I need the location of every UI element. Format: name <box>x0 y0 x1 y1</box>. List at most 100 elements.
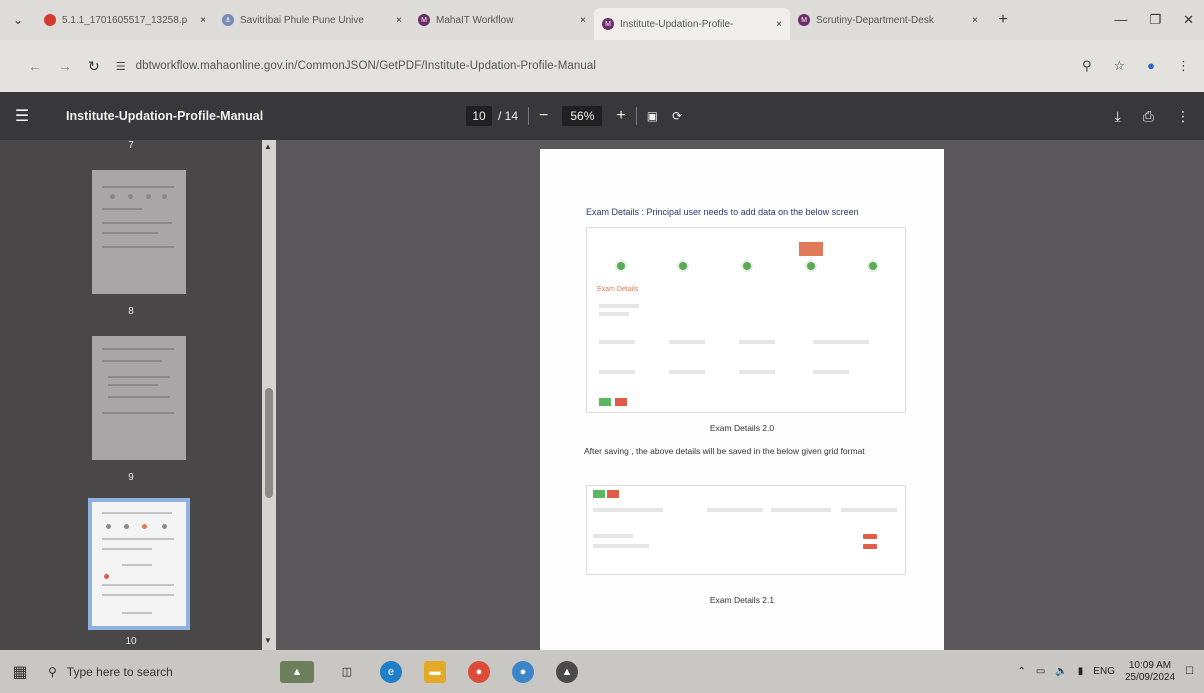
pdf-more-options-icon[interactable]: ⋮ <box>1176 108 1190 125</box>
tab-4-close-icon[interactable]: × <box>776 19 782 30</box>
tab-1-favicon-icon <box>44 14 56 26</box>
wizard-step-1 <box>591 242 651 272</box>
url-field[interactable]: dbtworkflow.mahaonline.gov.in/CommonJSON… <box>136 60 596 72</box>
tab-1-title: 5.1.1_1701605517_13258.p <box>62 14 188 26</box>
file-explorer-icon[interactable]: ▬ <box>424 660 446 683</box>
photos-app-icon[interactable]: ▲ <box>556 660 578 683</box>
thumbnail-page-label: 7 <box>128 140 134 151</box>
fit-to-page-icon[interactable]: ▣ <box>647 109 658 123</box>
tab-5-title: Scrutiny-Department-Desk <box>816 14 934 26</box>
browser-tab-1[interactable]: 5.1.1_1701605517_13258.p × <box>36 6 214 34</box>
wizard-step-5 <box>843 242 903 272</box>
exam-details-grid-screenshot <box>586 485 906 575</box>
search-placeholder: Type here to search <box>66 664 173 679</box>
clock-time: 10:09 AM <box>1128 659 1172 671</box>
print-icon[interactable]: ⎙ <box>1143 108 1154 125</box>
address-bar: ← → ↻ ☰ dbtworkflow.mahaonline.gov.in/Co… <box>0 40 1204 92</box>
pdf-page-10: Exam Details : Principal user needs to a… <box>540 149 944 650</box>
sidebar-scrollbar[interactable]: ▲ ▼ <box>262 140 276 650</box>
tab-5-close-icon[interactable]: × <box>972 15 978 26</box>
bookmark-star-icon[interactable]: ☆ <box>1113 58 1125 74</box>
network-icon[interactable]: ▭ <box>1036 666 1045 677</box>
search-icon: ⚲ <box>48 664 57 679</box>
thumbnail-page-8[interactable] <box>92 170 186 294</box>
tab-3-title: MahaIT Workflow <box>436 14 514 26</box>
zoom-level-input[interactable]: 56% <box>562 106 603 126</box>
tab-1-close-icon[interactable]: × <box>200 15 206 26</box>
profile-avatar-icon[interactable]: ● <box>1147 58 1155 74</box>
tab-2-close-icon[interactable]: × <box>396 15 402 26</box>
mini-add-button <box>593 490 605 498</box>
show-hidden-icons-chevron-icon[interactable]: ⌃ <box>1017 666 1025 677</box>
site-settings-icon[interactable]: ☰ <box>116 60 126 73</box>
language-indicator[interactable]: ENG <box>1093 666 1115 677</box>
restore-icon[interactable]: ❐ <box>1149 12 1161 28</box>
exam-details-heading: Exam Details : Principal user needs to a… <box>586 207 859 217</box>
pdf-document-title: Institute-Updation-Profile-Manual <box>66 109 264 123</box>
sidebar-scroll-thumb[interactable] <box>265 388 273 498</box>
tab-search-chevron-icon[interactable]: ⌄ <box>0 13 36 27</box>
thumbnail-page-9[interactable] <box>92 336 186 460</box>
toolbar-divider <box>528 107 530 125</box>
zoom-out-button[interactable]: − <box>539 107 548 125</box>
scroll-down-arrow-icon[interactable]: ▼ <box>264 636 272 645</box>
forward-arrow-icon[interactable]: → <box>58 58 72 74</box>
task-view-icon[interactable]: ◫ <box>336 661 358 683</box>
page-number-input[interactable]: 10 <box>466 106 492 126</box>
thumbnail-page-label: 8 <box>128 306 134 317</box>
battery-icon[interactable]: ▮ <box>1078 666 1084 677</box>
browser-tab-strip: ⌄ 5.1.1_1701605517_13258.p × ⚓ Savitriba… <box>0 0 1204 40</box>
browser-tab-2[interactable]: ⚓ Savitribai Phule Pune Unive × <box>214 6 410 34</box>
reload-icon[interactable]: ↻ <box>88 58 100 75</box>
wizard-step-2 <box>653 242 713 272</box>
news-widget-icon[interactable]: ▲ <box>280 660 314 683</box>
mini-delete-button <box>607 490 619 498</box>
tab-4-favicon-icon: M <box>602 18 614 30</box>
mini-reset-button <box>615 398 627 406</box>
tab-3-close-icon[interactable]: × <box>580 15 586 26</box>
windows-taskbar: ▦ ⚲ Type here to search ▲ ◫ e ▬ ● ● ▲ ⌃ … <box>0 650 1204 693</box>
clock-date: 25/09/2024 <box>1124 671 1176 683</box>
notifications-icon[interactable]: ☐ <box>1185 666 1194 677</box>
total-pages: / 14 <box>498 109 519 123</box>
chrome-icon[interactable]: ● <box>468 660 490 683</box>
browser-tab-4-active[interactable]: M Institute-Updation-Profile- × <box>594 8 790 40</box>
thumbnail-sidebar: 7 8 9 10 <box>0 140 262 650</box>
mini-save-button <box>599 398 611 406</box>
rotate-icon[interactable]: ⟳ <box>672 109 682 123</box>
thumbnail-page-label: 10 <box>125 636 137 647</box>
new-tab-button[interactable]: + <box>992 11 1014 29</box>
close-window-icon[interactable]: ✕ <box>1183 12 1194 28</box>
thumbnail-page-10-selected[interactable] <box>88 498 190 630</box>
browser-menu-icon[interactable]: ⋮ <box>1177 58 1190 74</box>
tab-2-title: Savitribai Phule Pune Unive <box>240 14 364 26</box>
back-arrow-icon[interactable]: ← <box>28 58 42 74</box>
app-icon[interactable]: ● <box>512 660 534 683</box>
exam-details-form-label: Exam Details <box>597 286 639 293</box>
zoom-in-button[interactable]: + <box>616 107 625 125</box>
thumbnail-page-label: 9 <box>128 472 134 483</box>
clock[interactable]: 10:09 AM 25/09/2024 <box>1125 660 1175 684</box>
pdf-toolbar: ☰ Institute-Updation-Profile-Manual 10 /… <box>0 92 1204 140</box>
wizard-step-3 <box>717 242 777 272</box>
caption-exam-details-2-1: Exam Details 2.1 <box>709 595 775 605</box>
taskbar-search-box[interactable]: ⚲ Type here to search <box>40 665 240 679</box>
volume-icon[interactable]: 🔈 <box>1055 666 1067 677</box>
edge-browser-icon[interactable]: e <box>380 660 402 683</box>
tab-5-favicon-icon: M <box>798 14 810 26</box>
download-icon[interactable]: ⤓ <box>1115 108 1121 125</box>
pdf-viewer-area[interactable]: Exam Details : Principal user needs to a… <box>276 140 1204 650</box>
tab-3-favicon-icon: M <box>418 14 430 26</box>
zoom-magnifier-icon[interactable]: ⚲ <box>1082 58 1092 74</box>
scroll-up-arrow-icon[interactable]: ▲ <box>264 142 272 151</box>
browser-tab-5[interactable]: M Scrutiny-Department-Desk × <box>790 6 986 34</box>
wizard-step-4-active <box>781 242 841 272</box>
pdf-sidebar-menu-icon[interactable]: ☰ <box>0 106 44 126</box>
minimize-icon[interactable]: — <box>1114 12 1127 28</box>
after-saving-paragraph: After saving , the above details will be… <box>584 446 865 456</box>
window-controls: — ❐ ✕ <box>1114 12 1204 28</box>
tab-4-title: Institute-Updation-Profile- <box>620 18 734 30</box>
caption-exam-details-2-0: Exam Details 2.0 <box>709 423 775 433</box>
windows-start-icon[interactable]: ▦ <box>0 662 40 682</box>
browser-tab-3[interactable]: M MahaIT Workflow × <box>410 6 594 34</box>
